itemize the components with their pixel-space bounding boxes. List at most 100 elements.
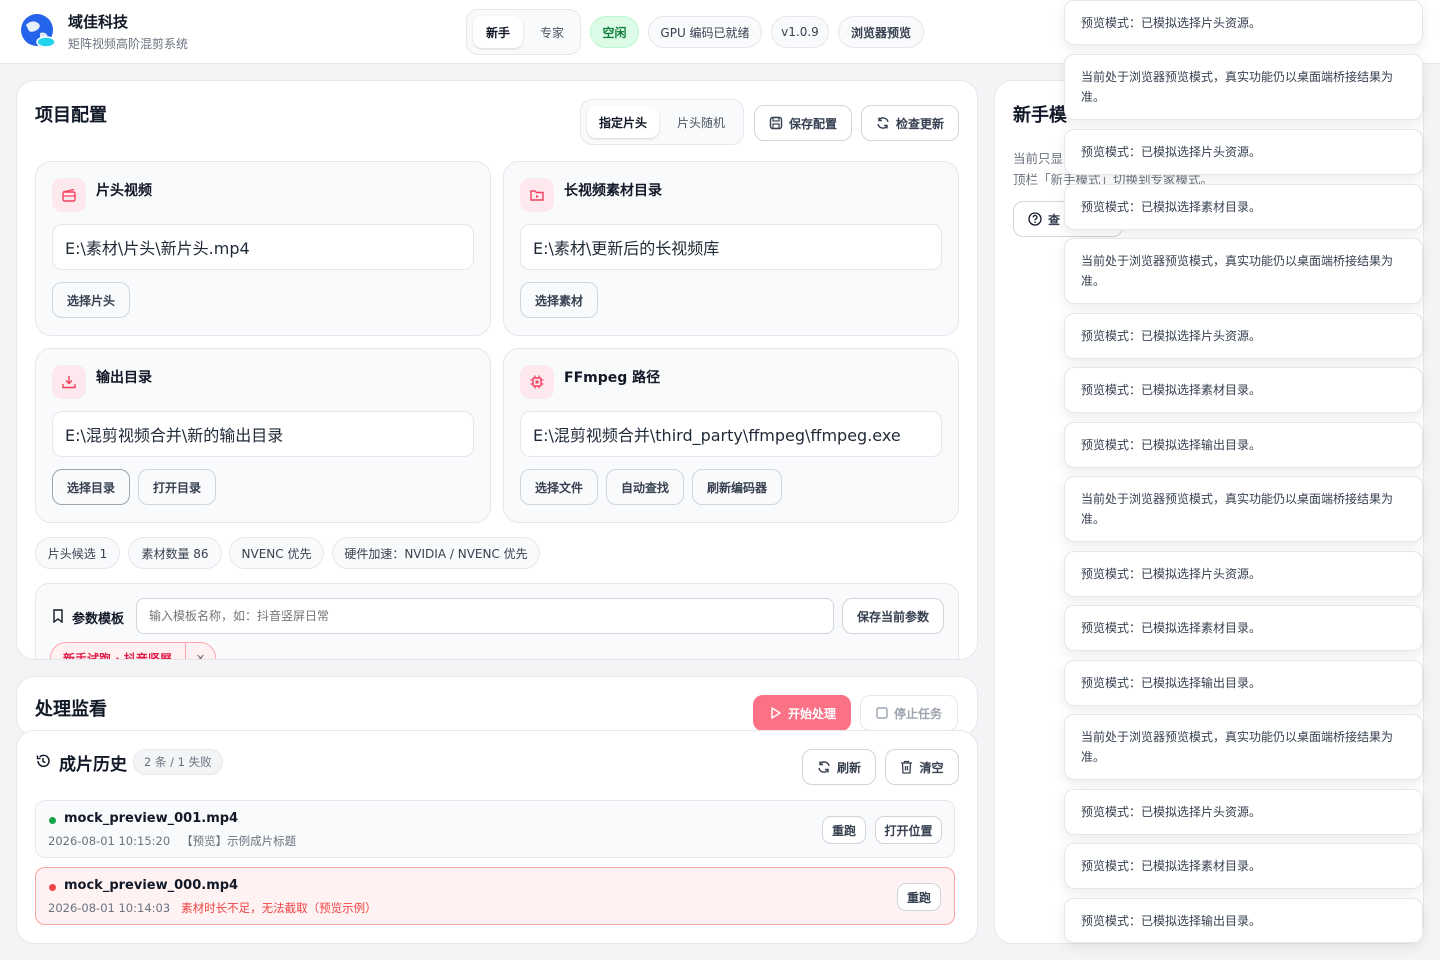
intro-video-title: 片头视频 [96, 183, 152, 199]
mode-switch: 新手 专家 [466, 9, 581, 55]
toast-message[interactable]: 预览模式：已模拟选择片头资源。 [1064, 0, 1423, 45]
check-update-label: 检查更新 [895, 116, 944, 131]
save-config-label: 保存配置 [788, 116, 837, 131]
intro-video-path-input[interactable]: E:\素材\片头\新片头.mp4 [52, 224, 474, 270]
nvenc-priority-chip: NVENC 优先 [229, 537, 324, 569]
refresh-icon [818, 761, 830, 773]
toast-message[interactable]: 预览模式：已模拟选择输出目录。 [1064, 898, 1423, 943]
history-file-name: mock_preview_000.mp4 [64, 878, 239, 893]
toast-message[interactable]: 预览模式：已模拟选择素材目录。 [1064, 605, 1423, 651]
history-time: 2026-08-01 10:14:03 [48, 901, 171, 915]
head-mode-segment: 指定片头 片头随机 [580, 99, 744, 145]
random-intro-button[interactable]: 片头随机 [663, 106, 739, 138]
toast-message[interactable]: 当前处于浏览器预览模式，真实功能仍以桌面端桥接结果为准。 [1064, 238, 1423, 304]
app-name: 域佳科技 [68, 13, 129, 31]
bookmark-icon [53, 609, 63, 623]
stop-icon [876, 707, 888, 719]
rerun-button[interactable]: 重跑 [822, 816, 866, 844]
open-output-dir-button[interactable]: 打开目录 [138, 469, 216, 505]
history-refresh-button[interactable]: 刷新 [802, 749, 876, 785]
open-location-button[interactable]: 打开位置 [875, 816, 942, 844]
stop-task-label: 停止任务 [893, 706, 942, 721]
choose-intro-button[interactable]: 选择片头 [52, 282, 130, 318]
toast-message[interactable]: 预览模式：已模拟选择素材目录。 [1064, 843, 1423, 889]
long-video-dir-input[interactable]: E:\素材\更新后的长视频库 [520, 224, 942, 270]
remove-template-icon[interactable]: ✕ [185, 642, 215, 659]
save-config-button[interactable]: 保存配置 [754, 105, 852, 141]
output-dir-title: 输出目录 [96, 370, 152, 386]
long-video-dir-title: 长视频素材目录 [564, 183, 662, 199]
toast-message[interactable]: 当前处于浏览器预览模式，真实功能仍以桌面端桥接结果为准。 [1064, 714, 1423, 780]
monitor-title: 处理监看 [35, 699, 107, 720]
history-icon [36, 754, 50, 768]
mode-novice-button[interactable]: 新手 [473, 16, 523, 48]
history-meta: 2026-08-01 10:14:03 素材时长不足，无法截取（预览示例） [48, 900, 377, 916]
globe-cloud-logo-icon [21, 14, 56, 48]
param-template-section: 参数模板 保存当前参数 新手试跑 · 抖音竖屏 ✕ [35, 583, 959, 660]
ffmpeg-path-card: FFmpeg 路径 E:\混剪视频合并\third_party\ffmpeg\f… [503, 348, 959, 523]
saved-template-label: 新手试跑 · 抖音竖屏 [63, 651, 172, 660]
download-tray-icon [52, 365, 86, 399]
history-panel: 成片历史 2 条 / 1 失败 刷新 清空 mock_preview_001.m… [16, 730, 978, 944]
choose-material-button[interactable]: 选择素材 [520, 282, 598, 318]
choose-output-dir-button[interactable]: 选择目录 [52, 469, 130, 505]
history-count-badge: 2 条 / 1 失败 [133, 749, 223, 775]
preview-badge: 浏览器预览 [838, 16, 924, 48]
toast-message[interactable]: 预览模式：已模拟选择素材目录。 [1064, 184, 1423, 230]
output-dir-input[interactable]: E:\混剪视频合并\新的输出目录 [52, 411, 474, 457]
chip-icon [520, 365, 554, 399]
toast-message[interactable]: 预览模式：已模拟选择片头资源。 [1064, 789, 1423, 835]
rerun-button[interactable]: 重跑 [897, 883, 941, 911]
mode-expert-button[interactable]: 专家 [527, 16, 577, 48]
material-count-chip: 素材数量 86 [128, 537, 222, 569]
toast-message[interactable]: 预览模式：已模拟选择素材目录。 [1064, 367, 1423, 413]
start-processing-label: 开始处理 [787, 706, 836, 721]
trash-icon [901, 760, 913, 774]
ffmpeg-path-title: FFmpeg 路径 [564, 370, 661, 386]
long-video-dir-card: 长视频素材目录 E:\素材\更新后的长视频库 选择素材 [503, 161, 959, 336]
save-icon [769, 116, 783, 130]
auto-find-button[interactable]: 自动查找 [606, 469, 684, 505]
history-refresh-label: 刷新 [836, 760, 861, 775]
refresh-icon [877, 117, 889, 129]
history-title: 成片历史 [59, 755, 127, 775]
history-row[interactable]: mock_preview_000.mp4 2026-08-01 10:14:03… [35, 867, 955, 925]
intro-video-card: 片头视频 E:\素材\片头\新片头.mp4 选择片头 [35, 161, 491, 336]
history-clear-button[interactable]: 清空 [885, 749, 959, 785]
project-config-title: 项目配置 [35, 105, 107, 126]
param-template-label: 参数模板 [72, 612, 125, 627]
toast-message[interactable]: 预览模式：已模拟选择片头资源。 [1064, 313, 1423, 359]
guide-text-line-1: 当前只显 [1013, 151, 1064, 166]
project-config-panel: 项目配置 指定片头 片头随机 保存配置 检查更新 片头视频 E:\素材\片头\新… [16, 80, 978, 660]
guide-help-label: 查 [1048, 212, 1061, 227]
stop-task-button[interactable]: 停止任务 [860, 695, 958, 731]
start-processing-button[interactable]: 开始处理 [753, 695, 851, 731]
refresh-encoder-button[interactable]: 刷新编码器 [692, 469, 782, 505]
help-circle-icon [1028, 212, 1042, 226]
history-row[interactable]: mock_preview_001.mp4 2026-08-01 10:15:20… [35, 800, 955, 858]
version-badge: v1.0.9 [771, 16, 829, 48]
intro-candidates-chip: 片头候选 1 [35, 537, 120, 569]
saved-template-chip[interactable]: 新手试跑 · 抖音竖屏 ✕ [50, 642, 216, 660]
history-meta: 2026-08-01 10:15:20 【预览】示例成片标题 [48, 833, 296, 849]
toast-message[interactable]: 当前处于浏览器预览模式，真实功能仍以桌面端桥接结果为准。 [1064, 54, 1423, 120]
toast-message[interactable]: 预览模式：已模拟选择输出目录。 [1064, 660, 1423, 706]
toast-message[interactable]: 预览模式：已模拟选择输出目录。 [1064, 422, 1423, 468]
status-idle-badge: 空闲 [590, 16, 639, 48]
ffmpeg-path-input[interactable]: E:\混剪视频合并\third_party\ffmpeg\ffmpeg.exe [520, 411, 942, 457]
gpu-status-badge: GPU 编码已就绪 [648, 16, 762, 48]
hw-accel-chip: 硬件加速：NVIDIA / NVENC 优先 [332, 537, 540, 569]
toast-message[interactable]: 当前处于浏览器预览模式，真实功能仍以桌面端桥接结果为准。 [1064, 476, 1423, 542]
choose-file-button[interactable]: 选择文件 [520, 469, 598, 505]
save-params-button[interactable]: 保存当前参数 [842, 598, 944, 634]
template-name-input[interactable] [136, 598, 834, 634]
fixed-intro-button[interactable]: 指定片头 [587, 106, 659, 138]
history-time: 2026-08-01 10:15:20 [48, 834, 171, 848]
history-file-name: mock_preview_001.mp4 [64, 811, 239, 826]
history-clear-label: 清空 [919, 760, 944, 775]
clapperboard-icon [52, 178, 86, 212]
check-update-button[interactable]: 检查更新 [861, 105, 959, 141]
error-status-dot [49, 884, 56, 891]
toast-message[interactable]: 预览模式：已模拟选择片头资源。 [1064, 129, 1423, 175]
toast-message[interactable]: 预览模式：已模拟选择片头资源。 [1064, 551, 1423, 597]
